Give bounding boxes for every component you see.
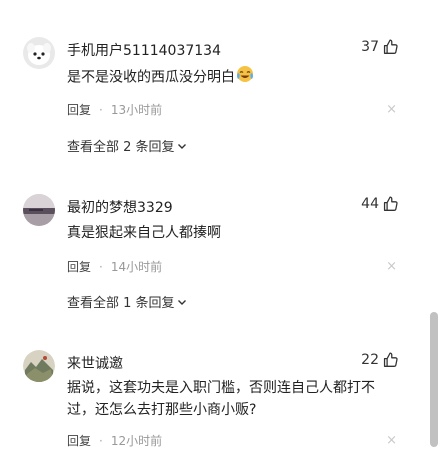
avatar[interactable] — [23, 350, 55, 382]
username[interactable]: 手机用户51114037134 — [67, 40, 221, 60]
separator-dot: · — [99, 102, 103, 117]
chevron-down-icon — [177, 299, 186, 305]
view-replies-label: 查看全部 2 条回复 — [67, 140, 175, 155]
close-icon[interactable]: × — [386, 102, 397, 117]
like-button[interactable]: 44 — [361, 195, 399, 212]
like-button[interactable]: 37 — [361, 38, 399, 55]
scrollbar-thumb[interactable] — [430, 312, 438, 447]
like-button[interactable]: 22 — [361, 351, 399, 368]
like-count: 22 — [361, 351, 379, 368]
thumbs-up-icon — [383, 196, 398, 211]
chevron-down-icon — [177, 143, 186, 149]
like-count: 37 — [361, 38, 379, 55]
timestamp: 14小时前 — [110, 260, 163, 274]
reply-button[interactable]: 回复 — [67, 101, 91, 118]
comment-meta: 回复 · 12小时前 — [67, 432, 162, 449]
thumbs-up-icon — [383, 352, 398, 367]
view-replies-label: 查看全部 1 条回复 — [67, 296, 175, 311]
avatar[interactable] — [23, 194, 55, 226]
comment-text-body: 是不是没收的西瓜没分明白 — [67, 69, 235, 86]
thumbs-up-icon — [383, 39, 398, 54]
username[interactable]: 来世诚邀 — [67, 353, 123, 373]
avatar[interactable] — [23, 37, 55, 69]
reply-button[interactable]: 回复 — [67, 258, 91, 275]
timestamp: 13小时前 — [110, 103, 163, 117]
avatar-landscape-icon — [23, 194, 55, 226]
view-all-replies-button[interactable]: 查看全部 1 条回复 — [67, 292, 187, 311]
avatar-painting-icon — [23, 350, 55, 382]
timestamp: 12小时前 — [110, 434, 163, 448]
separator-dot: · — [99, 259, 103, 274]
comment-text: 是不是没收的西瓜没分明白 — [67, 64, 397, 91]
comment-meta: 回复 · 13小时前 — [67, 101, 162, 118]
view-all-replies-button[interactable]: 查看全部 2 条回复 — [67, 136, 187, 155]
comment-text: 真是狠起来自己人都揍啊 — [67, 225, 221, 241]
crying-laughing-emoji-icon — [235, 64, 255, 91]
separator-dot: · — [99, 433, 103, 448]
comment-text: 据说，这套功夫是入职门槛，否则连自己人都打不过，还怎么去打那些小商小贩? — [67, 380, 375, 418]
username[interactable]: 最初的梦想3329 — [67, 197, 173, 217]
close-icon[interactable]: × — [386, 259, 397, 274]
comment-meta: 回复 · 14小时前 — [67, 258, 162, 275]
reply-button[interactable]: 回复 — [67, 432, 91, 449]
like-count: 44 — [361, 195, 379, 212]
avatar-dog-icon — [23, 37, 55, 69]
close-icon[interactable]: × — [386, 433, 397, 448]
